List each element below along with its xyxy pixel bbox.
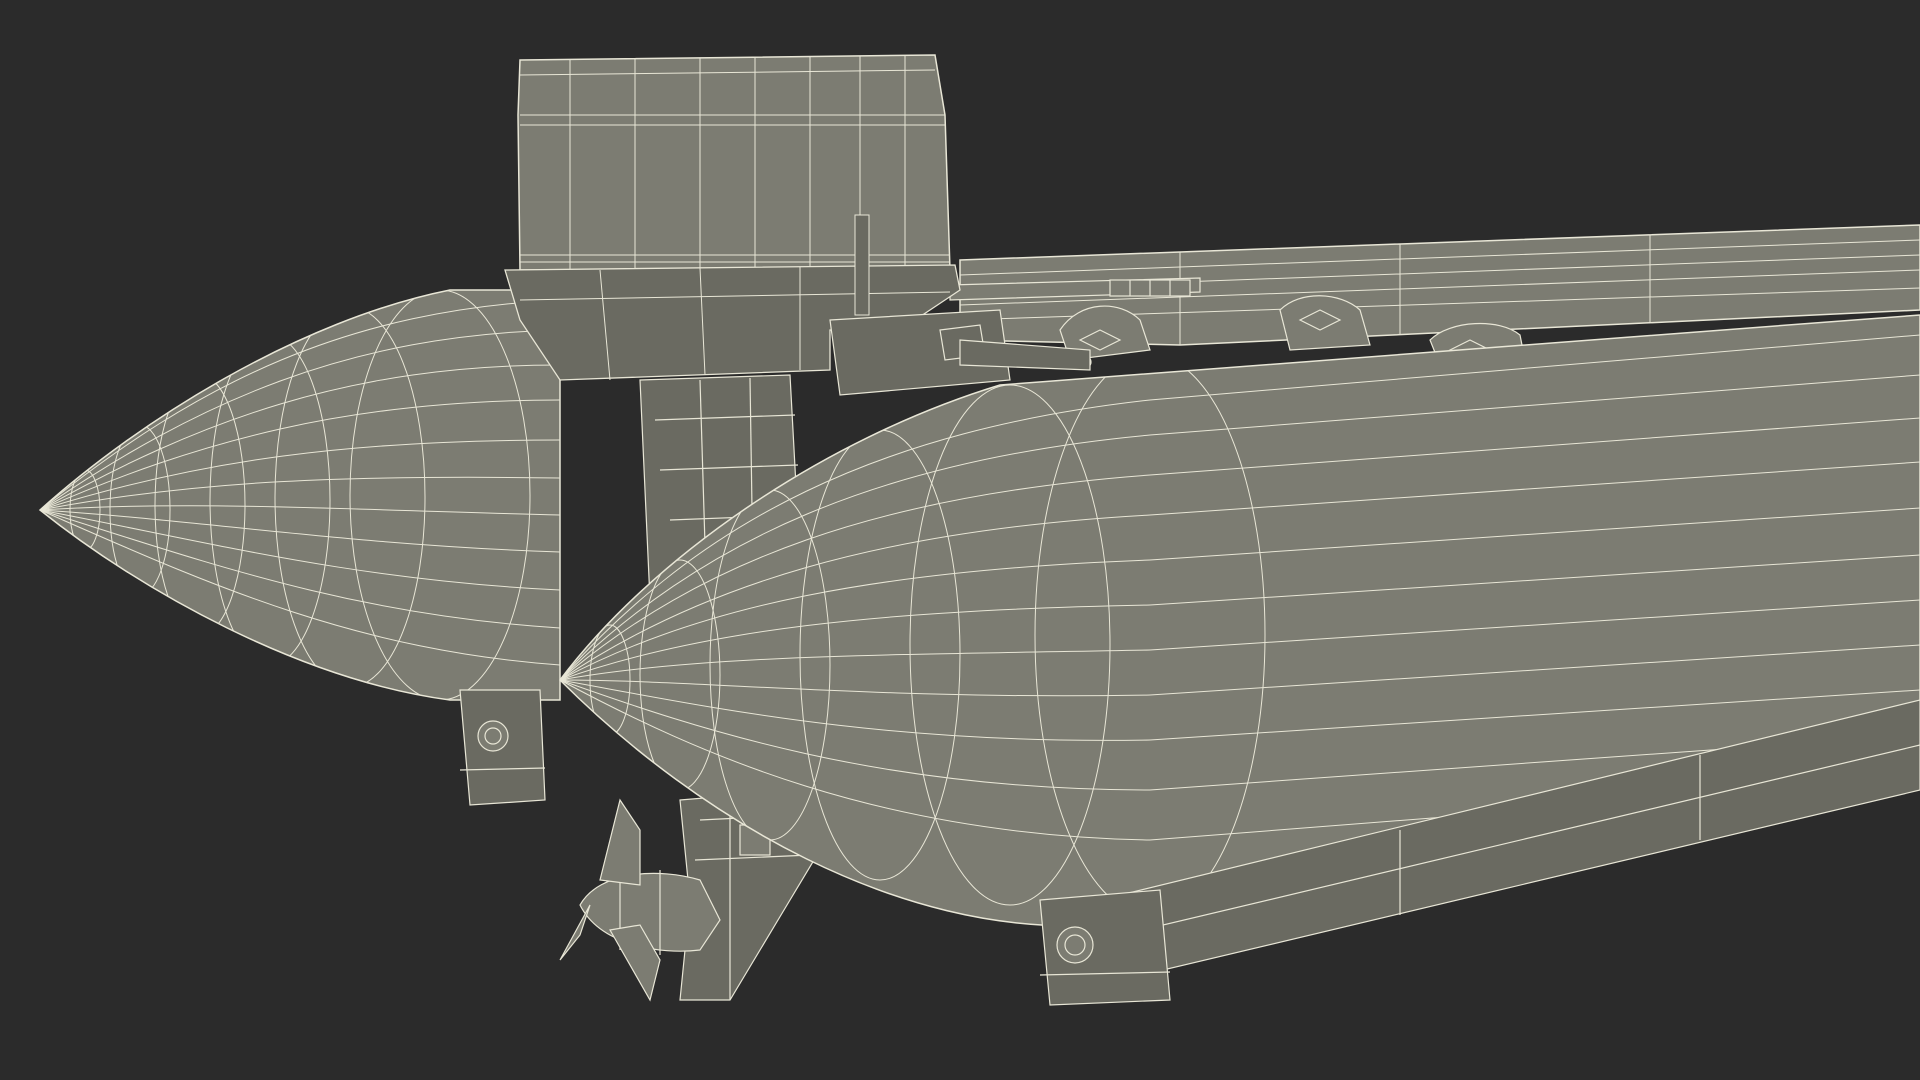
wireframe-render <box>0 0 1920 1080</box>
left-skid <box>459 689 546 806</box>
render-viewport <box>0 0 1920 1080</box>
right-skid <box>1039 889 1171 1006</box>
